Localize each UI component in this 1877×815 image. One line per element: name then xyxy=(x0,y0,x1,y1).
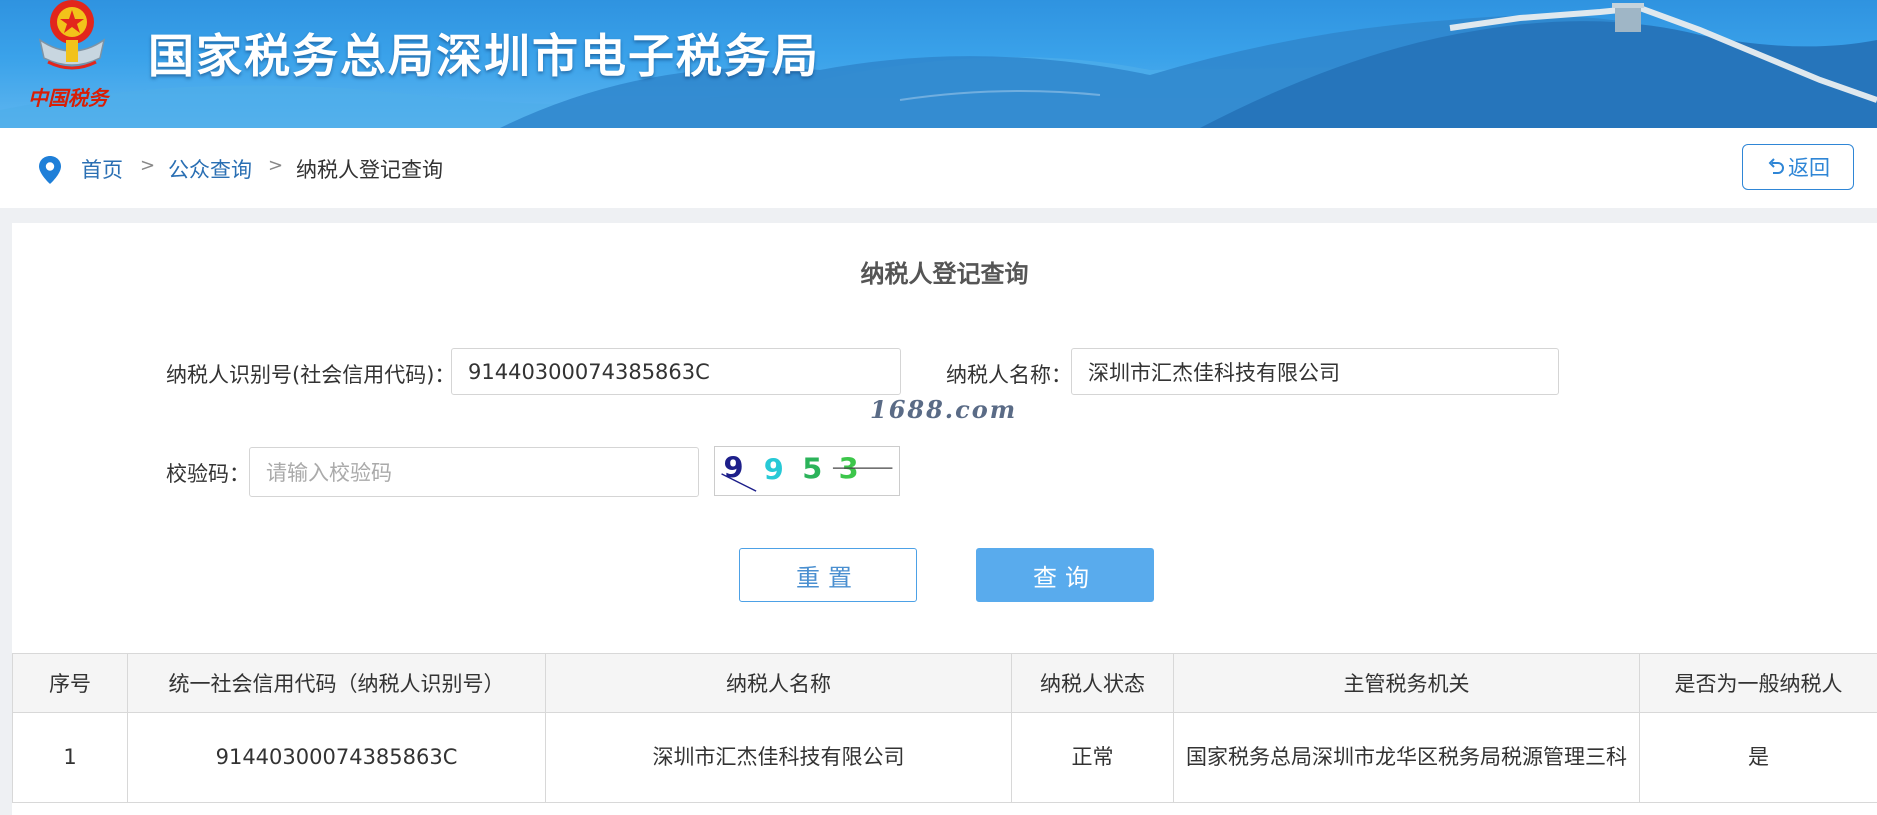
column-header-status: 纳税人状态 xyxy=(1011,653,1174,713)
captcha-image[interactable]: 9 9 5 3 xyxy=(714,446,900,496)
site-title: 国家税务总局深圳市电子税务局 xyxy=(148,29,820,83)
cell-taxpayer-name: 深圳市汇杰佳科技有限公司 xyxy=(545,712,1012,803)
column-header-index: 序号 xyxy=(12,653,128,713)
taxpayer-id-input[interactable]: 91440300074385863C xyxy=(451,348,901,395)
captcha-char: 9 xyxy=(764,453,784,487)
table-row: 1 91440300074385863C 深圳市汇杰佳科技有限公司 正常 国家税… xyxy=(12,712,1877,803)
breadcrumb-bar: 首页 > 公众查询 > 纳税人登记查询 返回 xyxy=(0,128,1877,208)
breadcrumb-home-link[interactable]: 首页 xyxy=(81,154,123,184)
taxpayer-name-input[interactable]: 深圳市汇杰佳科技有限公司 xyxy=(1071,348,1559,395)
captcha-char: 5 xyxy=(802,452,822,486)
column-header-credit-code: 统一社会信用代码（纳税人识别号） xyxy=(127,653,546,713)
site-banner: 中国税务 国家税务总局深圳市电子税务局 xyxy=(0,0,1877,128)
cell-general-taxpayer: 是 xyxy=(1639,712,1877,803)
location-pin-icon xyxy=(39,156,61,184)
cell-tax-authority: 国家税务总局深圳市龙华区税务局税源管理三科 xyxy=(1173,712,1640,803)
cell-index: 1 xyxy=(12,712,128,803)
back-button[interactable]: 返回 xyxy=(1742,144,1854,190)
reset-button[interactable]: 重置 xyxy=(739,548,917,602)
captcha-input[interactable]: 请输入校验码 xyxy=(249,447,699,497)
captcha-label: 校验码： xyxy=(166,462,250,486)
cell-status: 正常 xyxy=(1011,712,1174,803)
reset-button-label: 重置 xyxy=(796,563,860,592)
emblem-caption: 中国税务 xyxy=(28,86,108,110)
cell-credit-code: 91440300074385863C xyxy=(127,712,546,803)
back-button-label: 返回 xyxy=(1788,156,1830,180)
watermark: 1688.com xyxy=(870,395,1018,424)
taxpayer-id-label: 纳税人识别号(社会信用代码)： xyxy=(166,363,456,387)
table-header-row: 序号 统一社会信用代码（纳税人识别号） 纳税人名称 纳税人状态 主管税务机关 是… xyxy=(12,653,1877,713)
column-header-taxpayer-name: 纳税人名称 xyxy=(545,653,1012,713)
query-panel: 纳税人登记查询 纳税人识别号(社会信用代码)： 9144030007438586… xyxy=(12,223,1877,815)
breadcrumb-public-query-link[interactable]: 公众查询 xyxy=(168,154,252,184)
breadcrumb-separator: > xyxy=(140,155,156,176)
form-title: 纳税人登记查询 xyxy=(860,260,1029,288)
column-header-tax-authority: 主管税务机关 xyxy=(1173,653,1640,713)
column-header-general-taxpayer: 是否为一般纳税人 xyxy=(1639,653,1877,713)
captcha-placeholder: 请输入校验码 xyxy=(266,461,392,485)
breadcrumb-separator: > xyxy=(268,155,284,176)
breadcrumb-current: 纳税人登记查询 xyxy=(296,158,443,182)
query-button[interactable]: 查询 xyxy=(976,548,1154,602)
taxpayer-name-value: 深圳市汇杰佳科技有限公司 xyxy=(1088,360,1340,385)
taxpayer-name-label: 纳税人名称： xyxy=(946,363,1072,387)
undo-arrow-icon xyxy=(1768,158,1784,174)
query-button-label: 查询 xyxy=(1033,563,1097,592)
taxpayer-id-value: 91440300074385863C xyxy=(468,359,710,384)
results-table: 序号 统一社会信用代码（纳税人识别号） 纳税人名称 纳税人状态 主管税务机关 是… xyxy=(12,653,1877,803)
